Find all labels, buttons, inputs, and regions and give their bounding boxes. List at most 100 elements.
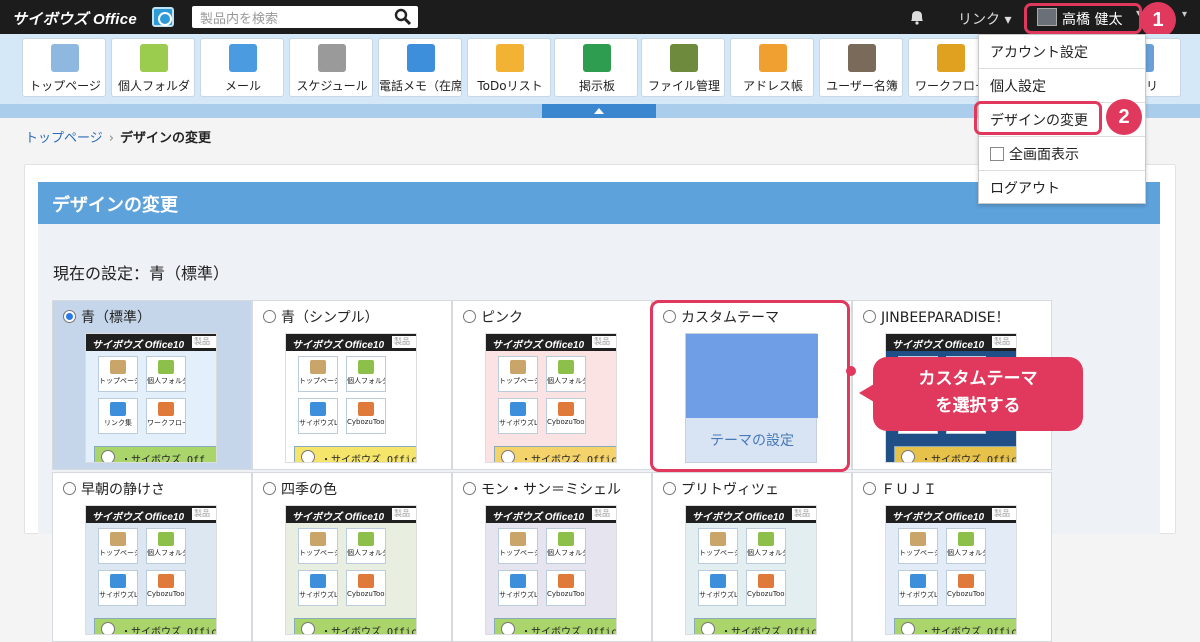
theme-radio[interactable]: [463, 482, 476, 495]
theme-name: モン・サン＝ミシェル: [481, 482, 621, 498]
thumbnail-tile-label: トップページ: [899, 549, 938, 557]
thumbnail-info-text: ・サイボウズ Offic: [121, 627, 217, 635]
nav-app-4[interactable]: 電話メモ（在席: [378, 38, 462, 97]
menu-item-logout[interactable]: ログアウト: [979, 171, 1145, 205]
theme-option[interactable]: ＦＵＪＩサイボウズ Office10製品トップページ個人フォルダサイボウズLiv…: [852, 472, 1052, 642]
thumbnail-info-bar: ・サイボウズ Offic: [694, 618, 816, 634]
theme-option[interactable]: ピンクサイボウズ Office10製品トップページ個人フォルダサイボウズLive…: [452, 300, 652, 470]
thumbnail-tile-icon: [710, 532, 726, 546]
theme-thumbnail: サイボウズ Office10製品トップページ個人フォルダサイボウズLiveCyb…: [485, 333, 617, 463]
thumbnail-search: 製品: [992, 508, 1016, 520]
thumbnail-tile-icon: [758, 532, 774, 546]
menu-item-personal-settings[interactable]: 個人設定: [979, 69, 1145, 103]
theme-radio[interactable]: [263, 482, 276, 495]
thumbnail-tile-icon: [158, 402, 174, 416]
thumbnail-tile-icon: [558, 574, 574, 588]
theme-option[interactable]: 早朝の静けさ サイボウズ Office10 製品 トップページ 個人フォルダ サイボウズL…: [52, 472, 252, 642]
thumbnail-search: 製品: [792, 508, 816, 520]
user-roster-icon: [848, 44, 876, 72]
breadcrumb-home-link[interactable]: トップページ: [25, 131, 103, 146]
thumbnail-info-bar: ・サイボウズ Offic: [494, 618, 616, 634]
nav-app-7[interactable]: ファイル管理: [641, 38, 725, 97]
thumbnail-search: 製品: [392, 336, 416, 348]
nav-app-label: 電話メモ（在席: [379, 79, 462, 93]
thumbnail-tile-label: CybozuTools: [347, 590, 386, 598]
info-icon: [501, 450, 515, 462]
thumbnail-tile: サイボウズLive: [298, 398, 338, 434]
nav-app-3[interactable]: スケジュール: [289, 38, 373, 97]
collapse-nav-button[interactable]: [542, 104, 656, 118]
link-menu[interactable]: リンク ▾: [958, 9, 1011, 29]
thumbnail-tile: CybozuTools: [746, 570, 786, 606]
cybozu-office-logo[interactable]: サイボウズ Office: [12, 8, 137, 29]
thumbnail-tile: サイボウズLive: [498, 570, 538, 606]
theme-name: 早朝の静けさ: [81, 482, 165, 498]
nav-app-8[interactable]: アドレス帳: [730, 38, 814, 97]
thumbnail-info-bar: ・サイボウズ Offic: [94, 618, 217, 635]
thumbnail-info-text: ・サイボウズ Offic: [521, 455, 617, 463]
thumbnail-tile: サイボウズLive: [698, 570, 738, 606]
breadcrumb-current: デザインの変更: [119, 131, 211, 146]
search-icon[interactable]: [394, 8, 412, 26]
notification-bell-icon[interactable]: [908, 9, 926, 25]
info-icon: [101, 450, 115, 462]
menu-item-fullscreen[interactable]: 全画面表示: [979, 137, 1145, 171]
theme-name: プリトヴィツェ: [681, 482, 779, 498]
theme-radio[interactable]: [63, 310, 76, 323]
thumbnail-info-bar: ・サイボウズ Offic: [294, 446, 416, 462]
thumbnail-tile-label: CybozuTools: [147, 590, 186, 598]
thumbnail-tile: 個人フォルダ: [546, 356, 586, 392]
fullscreen-checkbox[interactable]: [990, 147, 1004, 161]
search-input[interactable]: 製品内を検索: [192, 6, 418, 28]
thumbnail-tile-icon: [510, 360, 526, 374]
workflow-stamp-icon: [937, 44, 965, 72]
nav-app-1[interactable]: 個人フォルダ: [111, 38, 195, 97]
thumbnail-tile-icon: [958, 532, 974, 546]
nav-app-0[interactable]: トップページ: [22, 38, 106, 97]
theme-radio[interactable]: [63, 482, 76, 495]
nav-app-9[interactable]: ユーザー名簿: [819, 38, 903, 97]
thumbnail-tile: CybozuTools: [546, 398, 586, 434]
thumbnail-tile: CybozuTools: [346, 398, 386, 434]
thumbnail-tile-label: サイボウズLive: [899, 591, 938, 599]
thumbnail-tile-icon: [558, 532, 574, 546]
office-app-icon[interactable]: [152, 7, 174, 27]
thumbnail-info-text: ・サイボウズ Offic: [921, 455, 1017, 463]
theme-option[interactable]: モン・サン＝ミシェル サイボウズ Office10 製品 トップページ 個人フォルダ サイ…: [452, 472, 652, 642]
chevron-down-icon[interactable]: ▾: [1182, 9, 1187, 20]
theme-option[interactable]: プリトヴィツェ サイボウズ Office10 製品 トップページ 個人フォルダ サイボウズ…: [652, 472, 852, 642]
theme-radio[interactable]: [863, 310, 876, 323]
thumbnail-tile-icon: [758, 574, 774, 588]
thumbnail-tile-label: サイボウズLive: [299, 591, 338, 599]
thumbnail-tile-icon: [110, 532, 126, 546]
nav-app-label: 個人フォルダ: [117, 79, 190, 93]
menu-item-fullscreen-label: 全画面表示: [1009, 147, 1079, 163]
theme-option[interactable]: 青（シンプル） サイボウズ Office10 製品 トップページ 個人フォルダ サイボウズ…: [252, 300, 452, 470]
theme-option[interactable]: 四季の色サイボウズ Office10製品トップページ個人フォルダサイボウズLiv…: [252, 472, 452, 642]
theme-name: 青（標準）: [81, 310, 151, 326]
nav-app-6[interactable]: 掲示板: [554, 38, 638, 97]
theme-option[interactable]: 青（標準） サイボウズ Office10 製品 トップページ 個人フォルダ リンク集 ワーク…: [52, 300, 252, 470]
thumbnail-tile: 個人フォルダ: [546, 528, 586, 564]
thumbnail-tile-icon: [110, 360, 126, 374]
thumbnail-tile-icon: [558, 360, 574, 374]
thumbnail-info-bar: ・サイボウズ Offic: [894, 618, 1016, 634]
theme-radio[interactable]: [663, 482, 676, 495]
theme-radio[interactable]: [463, 310, 476, 323]
thumbnail-tile-label: トップページ: [299, 377, 338, 385]
thumbnail-tile: CybozuTools: [946, 570, 986, 606]
bulletin-board-icon: [583, 44, 611, 72]
nav-app-2[interactable]: メール: [200, 38, 284, 97]
theme-radio[interactable]: [863, 482, 876, 495]
callout-line-1: カスタムテーマ: [918, 369, 1038, 389]
menu-item-account-settings[interactable]: アカウント設定: [979, 35, 1145, 69]
thumbnail-search: 製品: [992, 336, 1016, 348]
thumbnail-tile: ワークフロー: [146, 398, 186, 434]
thumbnail-tile-icon: [110, 402, 126, 416]
theme-radio[interactable]: [263, 310, 276, 323]
thumbnail-tile-label: 個人フォルダ: [147, 549, 186, 557]
current-setting-label: 現在の設定：青（標準）: [53, 264, 230, 283]
nav-app-5[interactable]: ToDoリスト: [467, 38, 551, 97]
file-binder-icon: [670, 44, 698, 72]
thumbnail-tile: CybozuTools: [346, 570, 386, 606]
